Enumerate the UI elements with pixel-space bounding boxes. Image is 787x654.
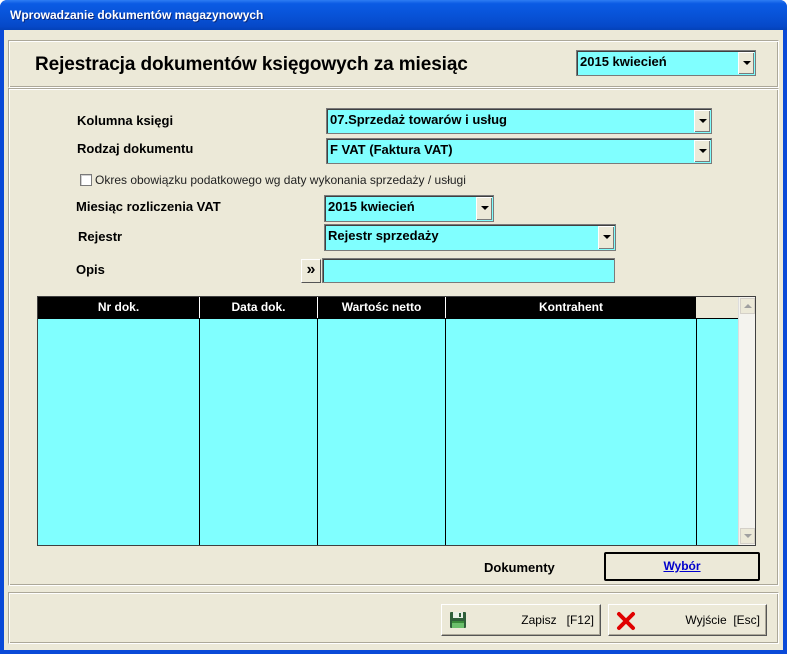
rejestr-label: Rejestr (78, 229, 123, 244)
scroll-up-icon[interactable] (740, 298, 755, 314)
col-divider (696, 319, 697, 545)
col-divider (317, 319, 318, 545)
miesiac-select[interactable]: 2015 kwiecień (324, 195, 494, 222)
col-header-wartosc[interactable]: Wartośc netto (318, 297, 446, 319)
scroll-down-icon[interactable] (740, 528, 755, 544)
col-divider (199, 319, 200, 545)
red-x-icon (617, 612, 635, 630)
vat-period-checkbox-label: Okres obowiązku podatkowego wg daty wyko… (95, 173, 466, 187)
rejestr-select-value: Rejestr sprzedaży (328, 228, 439, 243)
month-select-value: 2015 kwiecień (580, 54, 667, 69)
floppy-disk-icon (450, 612, 466, 628)
vat-period-checkbox[interactable] (80, 174, 92, 186)
grid-header: Nr dok. Data dok. Wartośc netto Kontrahe… (38, 297, 696, 319)
col-header-data[interactable]: Data dok. (200, 297, 318, 319)
chevron-down-icon[interactable] (694, 110, 710, 132)
opis-expand-button[interactable]: » (301, 259, 321, 283)
kolumna-select-value: 07.Sprzedaż towarów i usług (330, 112, 507, 127)
save-button-label: Zapisz [F12] (521, 613, 594, 627)
documents-grid[interactable]: Nr dok. Data dok. Wartośc netto Kontrahe… (37, 296, 756, 546)
grid-header-line (38, 318, 738, 319)
select-documents-button[interactable]: Wybór (604, 552, 760, 581)
exit-button[interactable]: Wyjście [Esc] (608, 604, 767, 636)
miesiac-label: Miesiąc rozliczenia VAT (76, 199, 221, 214)
app-window: Wprowadzanie dokumentów magazynowych Rej… (0, 0, 787, 654)
window-title: Wprowadzanie dokumentów magazynowych (10, 8, 264, 22)
rodzaj-label: Rodzaj dokumentu (77, 141, 194, 156)
opis-label: Opis (76, 262, 105, 277)
chevron-down-icon[interactable] (694, 140, 710, 162)
chevron-down-icon[interactable] (598, 226, 614, 249)
col-header-kontrahent[interactable]: Kontrahent (446, 297, 696, 319)
chevron-down-icon[interactable] (738, 52, 754, 74)
select-documents-label: Wybór (663, 559, 701, 573)
grid-header-filler (696, 297, 738, 319)
page-title: Rejestracja dokumentów księgowych za mie… (35, 54, 468, 75)
client-area: Rejestracja dokumentów księgowych za mie… (4, 30, 783, 650)
opis-input[interactable] (322, 258, 615, 283)
documents-label: Dokumenty (484, 560, 555, 575)
kolumna-label: Kolumna księgi (77, 113, 174, 128)
col-header-nr[interactable]: Nr dok. (38, 297, 200, 319)
rodzaj-select-value: F VAT (Faktura VAT) (330, 142, 453, 157)
miesiac-select-value: 2015 kwiecień (328, 199, 415, 214)
col-divider (445, 319, 446, 545)
exit-button-label: Wyjście [Esc] (685, 613, 760, 627)
grid-scrollbar[interactable] (738, 297, 755, 545)
kolumna-select[interactable]: 07.Sprzedaż towarów i usług (326, 108, 712, 134)
month-select[interactable]: 2015 kwiecień (576, 50, 756, 76)
rejestr-select[interactable]: Rejestr sprzedaży (324, 224, 616, 251)
title-bar[interactable]: Wprowadzanie dokumentów magazynowych (0, 0, 787, 30)
rodzaj-select[interactable]: F VAT (Faktura VAT) (326, 138, 712, 164)
chevron-down-icon[interactable] (476, 197, 492, 220)
save-button[interactable]: Zapisz [F12] (441, 604, 601, 636)
